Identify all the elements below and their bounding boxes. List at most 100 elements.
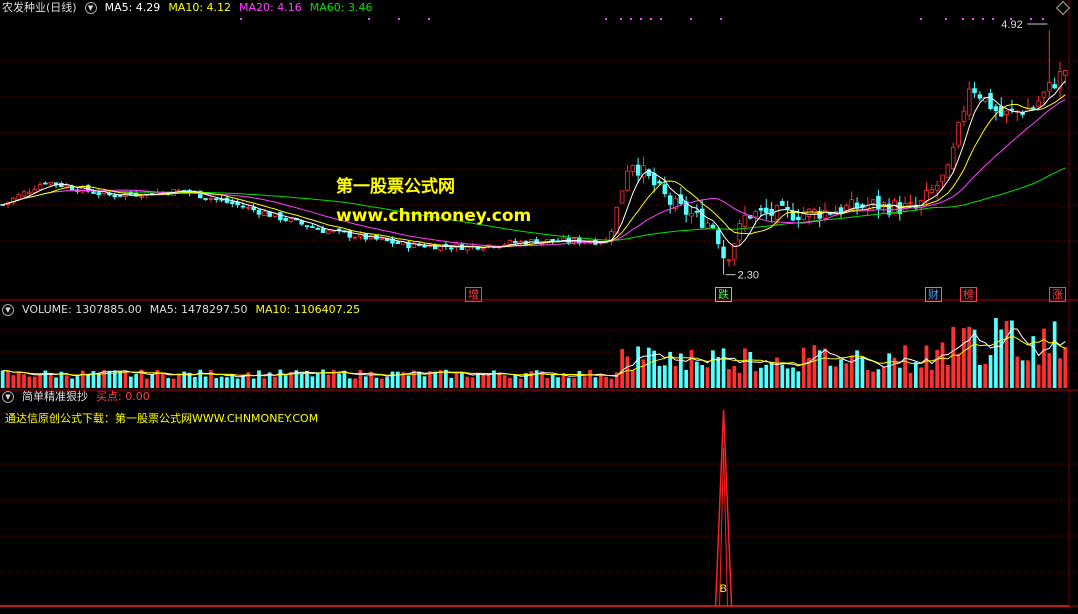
volume-ma10-value: MA10: 1106407.25 (255, 303, 361, 316)
marker-bang[interactable]: 榜 (960, 287, 977, 302)
volume-bar (150, 374, 155, 388)
volume-bar (385, 377, 390, 388)
volume-bar (166, 378, 171, 388)
candle-body (246, 206, 251, 209)
volume-bar (257, 370, 261, 388)
volume-bar (630, 369, 635, 388)
volume-bar (454, 371, 459, 388)
candle-body (689, 213, 694, 217)
volume-bar (796, 371, 801, 388)
marker-zhang[interactable]: 涨 (1049, 287, 1066, 302)
volume-bar (812, 345, 817, 388)
signal-dot (620, 18, 622, 20)
candle-body (262, 211, 267, 216)
volume-bar (513, 374, 518, 388)
volume-bar (27, 376, 32, 388)
candle-body (737, 223, 742, 241)
candle-body (37, 184, 43, 190)
candle-body (64, 184, 70, 188)
volume-bar (908, 373, 913, 388)
volume-bar (342, 370, 347, 388)
volume-bar (134, 373, 139, 388)
candle-body (43, 182, 48, 185)
candle-body (176, 189, 182, 192)
volume-bar (369, 371, 373, 388)
volume-bar (684, 369, 689, 388)
volume-bar (518, 378, 523, 388)
candle-body (278, 212, 283, 221)
volume-bar (11, 375, 16, 388)
signal-dot (428, 18, 430, 20)
candle-body (753, 211, 758, 218)
signal-dot (690, 18, 692, 20)
chevron-down-icon[interactable]: ▼ (2, 304, 14, 316)
candle-body (950, 146, 956, 170)
candle-body (513, 241, 518, 244)
volume-bar (956, 353, 961, 388)
candle-body (705, 222, 710, 229)
candle-body (956, 121, 961, 146)
volume-bar (75, 376, 80, 388)
volume-bar (502, 375, 507, 388)
volume-bar (839, 359, 843, 388)
volume-bar (737, 372, 742, 388)
volume-bar (96, 373, 101, 388)
volume-bar (972, 329, 977, 388)
ma10-line (2, 94, 1066, 248)
volume-bar (556, 377, 560, 388)
volume-bar (951, 326, 956, 388)
volume-bar (727, 369, 731, 388)
chevron-down-icon[interactable]: ▼ (2, 391, 14, 403)
volume-bar (32, 376, 37, 388)
candle-body (48, 181, 53, 185)
candle-body (961, 110, 967, 122)
volume-bar (1058, 358, 1062, 388)
indicator-name[interactable]: 简单精准狠抄 (22, 389, 88, 405)
volume-bar (748, 352, 753, 388)
signal-dot (1010, 18, 1012, 20)
volume-bar (1020, 360, 1025, 388)
candle-body (892, 200, 897, 215)
candle-body (1041, 91, 1047, 98)
volume-bar (299, 373, 304, 388)
signal-dot (920, 18, 922, 20)
candle-body (326, 230, 331, 234)
volume-bar (817, 350, 822, 388)
stock-title[interactable]: 农发种业(日线) (2, 0, 77, 16)
volume-bar (844, 363, 849, 388)
candle-body (849, 199, 854, 210)
volume-bar (801, 347, 806, 388)
candle-body (230, 201, 235, 204)
chevron-down-icon[interactable]: ▼ (84, 2, 97, 14)
candle-body (379, 237, 385, 240)
volume-bar (865, 369, 870, 388)
volume-bar (1015, 356, 1020, 388)
marker-label: 增 (468, 288, 479, 301)
volume-bar (913, 362, 918, 388)
volume-bar (593, 377, 598, 388)
candle-body (208, 197, 214, 200)
marker-label: 榜 (963, 288, 974, 301)
candle-body (214, 198, 219, 200)
volume-bar (310, 376, 315, 388)
volume-bar (347, 378, 352, 388)
volume-bar (54, 377, 58, 388)
candle-body (785, 206, 790, 209)
candle-body (801, 213, 806, 220)
marker-cai[interactable]: 财 (925, 287, 942, 302)
candle-body (481, 248, 486, 251)
volume-bar (566, 377, 571, 388)
volume-bar (897, 367, 902, 388)
volume-bar (1036, 364, 1041, 388)
ma5-value: MA5: 4.29 (104, 1, 161, 14)
volume-bar (0, 370, 5, 388)
marker-zeng[interactable]: 增 (465, 287, 482, 302)
volume-bar (716, 357, 721, 388)
volume-bar (780, 364, 785, 388)
volume-bar (678, 353, 683, 388)
candle-body (774, 205, 780, 220)
marker-die[interactable]: 跌 (715, 287, 732, 302)
volume-bar (721, 348, 726, 388)
candle-body (929, 188, 935, 194)
candle-body (16, 194, 21, 201)
